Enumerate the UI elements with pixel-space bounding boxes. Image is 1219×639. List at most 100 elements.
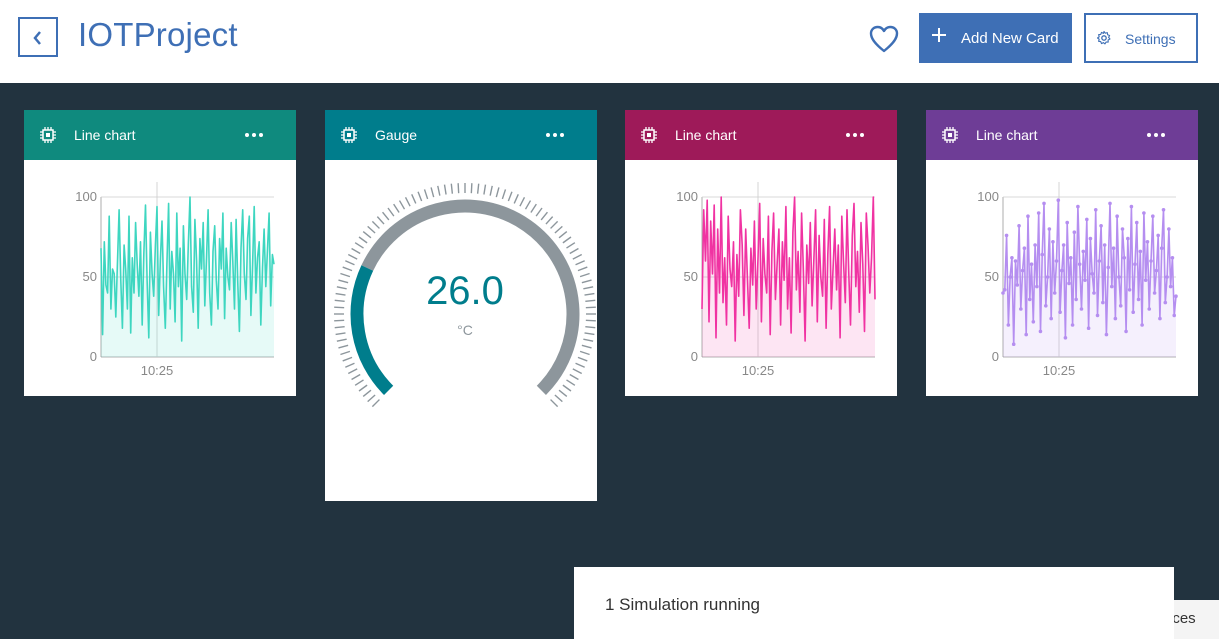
card-header: Line chart [625, 110, 897, 160]
data-point [1070, 323, 1075, 327]
card-overflow-menu[interactable] [244, 127, 264, 143]
data-point [1104, 332, 1109, 337]
gauge-tick [530, 203, 537, 213]
y-tick-label: 0 [992, 349, 999, 364]
data-point [1010, 256, 1014, 260]
gauge-tick [334, 306, 345, 309]
gauge-tick [577, 266, 588, 272]
data-point [1019, 307, 1023, 311]
data-point [1083, 278, 1087, 282]
y-tick-label: 100 [75, 189, 97, 204]
card-title: Line chart [976, 127, 1038, 143]
data-point [1172, 313, 1177, 318]
add-new-card-button[interactable]: Add New Card [919, 13, 1072, 63]
card-overflow-menu[interactable] [1146, 127, 1166, 143]
data-point [1152, 291, 1157, 295]
data-point [1001, 291, 1005, 295]
gauge-tick [342, 356, 353, 362]
gauge-tick [585, 319, 596, 322]
gauge-tick [457, 183, 460, 194]
card-overflow-menu[interactable] [845, 127, 865, 143]
partially-hidden-panel[interactable]: nces [1174, 600, 1219, 639]
data-point [1067, 281, 1071, 286]
data-point [1113, 316, 1118, 321]
gauge-tick [345, 362, 355, 368]
gauge-tick [362, 231, 372, 239]
gauge-tick [507, 191, 513, 202]
chip-icon [40, 127, 56, 143]
gauge-tick [550, 220, 559, 229]
data-point [1065, 220, 1070, 225]
card-title: Line chart [74, 127, 136, 143]
gauge-tick [367, 225, 376, 234]
data-point [1126, 236, 1130, 241]
gauge-tick [340, 272, 351, 278]
data-point [1063, 336, 1068, 340]
favorite-button[interactable] [868, 24, 900, 54]
data-point [1033, 243, 1037, 247]
data-point [1145, 240, 1150, 244]
plus-icon [932, 28, 946, 42]
gauge-tick [338, 344, 349, 349]
data-point [1035, 284, 1039, 289]
back-button[interactable] [18, 17, 58, 57]
gauge-tick [585, 306, 596, 309]
chip-icon [341, 127, 357, 143]
add-new-card-label: Add New Card [961, 30, 1059, 47]
gauge-tick [450, 183, 454, 194]
data-point [1036, 211, 1041, 215]
y-tick-label: 50 [985, 269, 999, 284]
heart-icon [869, 25, 899, 53]
data-point [1006, 323, 1011, 327]
gauge: 26.0 °C [334, 183, 596, 408]
data-point [1031, 320, 1036, 324]
data-point [1093, 208, 1098, 212]
data-point [1020, 268, 1025, 273]
data-point [1026, 214, 1030, 218]
gauge-tick [581, 344, 592, 349]
gauge-tick [579, 350, 590, 356]
gauge-tick [358, 384, 368, 392]
gauge-tick [398, 200, 406, 210]
gauge-value-arc [350, 265, 394, 395]
data-point [1040, 252, 1045, 257]
x-tick-label: 10:25 [1043, 363, 1076, 378]
data-point [1108, 201, 1112, 206]
gauge-tick [501, 189, 507, 200]
y-tick-label: 0 [90, 349, 97, 364]
data-point [1044, 304, 1048, 308]
card-header: Line chart [24, 110, 296, 160]
settings-button[interactable]: Settings [1084, 13, 1198, 63]
gauge-tick [345, 260, 355, 266]
overflow-menu-icon [1147, 133, 1165, 137]
data-point [1159, 246, 1164, 250]
data-point [1118, 304, 1123, 308]
gauge-tick [584, 332, 595, 336]
gauge-tick [572, 253, 583, 260]
data-point [1131, 310, 1135, 314]
data-point [1161, 208, 1166, 212]
data-point [1156, 233, 1160, 238]
gauge-tick [340, 350, 351, 356]
page-title: IOTProject [78, 16, 238, 53]
data-point [1060, 268, 1064, 273]
gauge-tick [411, 194, 417, 204]
data-point [1143, 278, 1148, 282]
data-point [1115, 214, 1119, 218]
gauge-tick [430, 187, 435, 198]
card-overflow-menu[interactable] [545, 127, 565, 143]
data-point [1047, 227, 1052, 231]
gauge-tick [569, 247, 579, 255]
data-point [1165, 275, 1169, 279]
gauge-tick [579, 272, 590, 278]
gauge-tick [382, 211, 390, 221]
data-point [1154, 268, 1159, 273]
y-tick-label: 100 [977, 189, 999, 204]
data-point [1102, 243, 1107, 247]
data-point [1097, 259, 1102, 263]
data-point [1081, 249, 1086, 254]
data-point [1151, 214, 1155, 218]
gauge-tick [335, 292, 346, 296]
data-point [1106, 265, 1111, 270]
chevron-left-icon [33, 31, 41, 45]
